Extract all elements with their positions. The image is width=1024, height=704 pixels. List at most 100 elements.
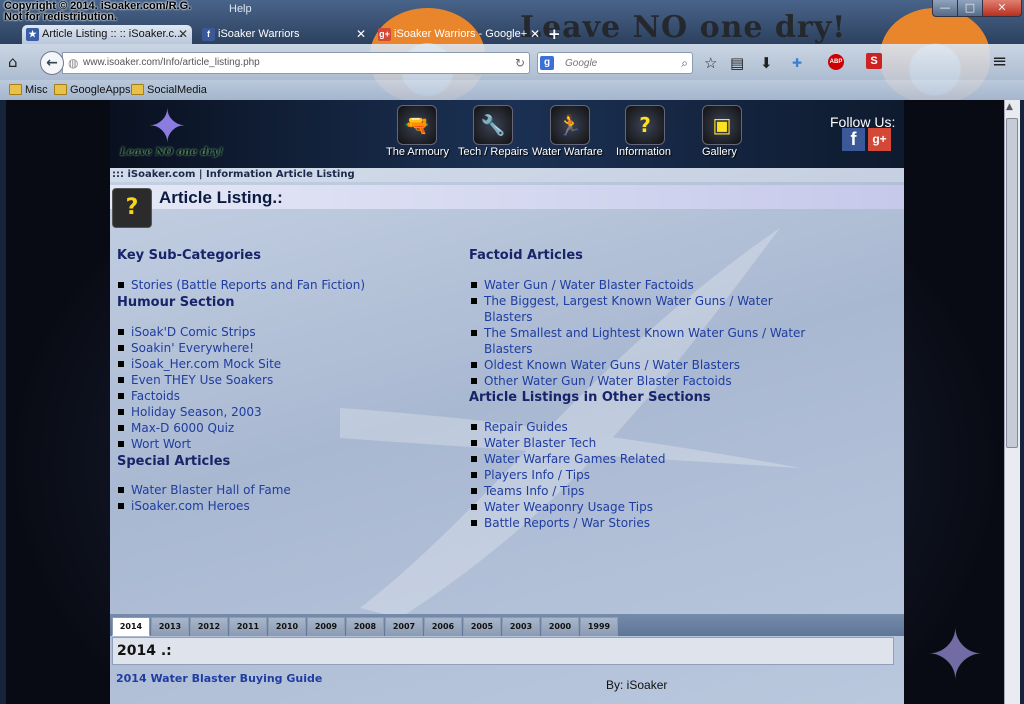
- address-bar[interactable]: ◍ www.isoaker.com/Info/article_listing.p…: [62, 52, 530, 74]
- browser-theme-title: Leave NO one dry!: [520, 10, 847, 45]
- nav-armoury[interactable]: The Armoury: [386, 146, 449, 158]
- year-tab[interactable]: 2007: [385, 617, 423, 636]
- gallery-icon[interactable]: ▣: [702, 105, 742, 145]
- scrollbar-thumb[interactable]: [1006, 118, 1018, 448]
- list-item-link[interactable]: Even THEY Use Soakers: [116, 372, 456, 388]
- maximize-button[interactable]: □: [957, 0, 983, 17]
- tab-google-plus[interactable]: g+ iSoaker Warriors - Google+ ✕: [374, 25, 544, 44]
- section-heading-special: Special Articles: [117, 454, 231, 469]
- bookmark-folder-socialmedia[interactable]: SocialMedia: [131, 80, 207, 100]
- facebook-icon: f: [202, 28, 215, 41]
- article-link[interactable]: 2014 Water Blaster Buying Guide: [116, 672, 322, 685]
- tab-label: Article Listing :: :: iSoaker.c...: [42, 28, 184, 40]
- list-item-link[interactable]: Teams Info / Tips: [469, 483, 819, 499]
- list-item-link[interactable]: Water Blaster Hall of Fame: [116, 482, 456, 498]
- reload-icon[interactable]: ↻: [515, 53, 525, 73]
- section-heading-factoid: Factoid Articles: [469, 248, 583, 263]
- reader-list-icon[interactable]: ▤: [730, 54, 744, 72]
- list-item-link[interactable]: Other Water Gun / Water Blaster Factoids: [469, 373, 819, 389]
- search-box[interactable]: g ⌕: [537, 52, 693, 74]
- extension-icon[interactable]: ✚: [792, 56, 802, 70]
- list-item-link[interactable]: iSoak'D Comic Strips: [116, 324, 456, 340]
- section-heading-key: Key Sub-Categories: [117, 248, 261, 263]
- nav-information[interactable]: Information: [616, 146, 671, 158]
- download-icon[interactable]: ⬇: [760, 54, 773, 72]
- list-item-link[interactable]: Battle Reports / War Stories: [469, 515, 819, 531]
- article-author: By: iSoaker: [606, 678, 668, 692]
- tab-close-icon[interactable]: ✕: [178, 25, 188, 44]
- home-icon[interactable]: ⌂: [8, 53, 18, 71]
- year-tab[interactable]: 2005: [463, 617, 501, 636]
- year-tab[interactable]: 2006: [424, 617, 462, 636]
- list-item-link[interactable]: Oldest Known Water Guns / Water Blasters: [469, 357, 819, 373]
- year-tab[interactable]: 2003: [502, 617, 540, 636]
- list-item-link[interactable]: Players Info / Tips: [469, 467, 819, 483]
- copyright-notice: Copyright © 2014. iSoaker.com/R.G. Not f…: [4, 1, 191, 23]
- facebook-icon[interactable]: f: [842, 128, 865, 151]
- tab-close-icon[interactable]: ✕: [530, 25, 540, 44]
- tab-isoaker-warriors[interactable]: f iSoaker Warriors ✕: [198, 25, 370, 44]
- nav-water-warfare[interactable]: Water Warfare: [532, 146, 603, 158]
- list-item-link[interactable]: iSoaker.com Heroes: [116, 498, 456, 514]
- bookmark-star-icon[interactable]: ☆: [704, 54, 717, 72]
- section-heading-other: Article Listings in Other Sections: [469, 390, 711, 405]
- information-icon[interactable]: ?: [625, 105, 665, 145]
- site-logo[interactable]: Leave NO one dry!: [120, 147, 223, 158]
- scroll-up-arrow-icon[interactable]: ▲: [1006, 102, 1013, 112]
- year-tab[interactable]: 2013: [151, 617, 189, 636]
- year-tab[interactable]: 2014: [112, 617, 150, 636]
- list-item-link[interactable]: Stories (Battle Reports and Fan Fiction): [116, 277, 456, 293]
- year-panel-header: 2014 .:: [112, 637, 894, 665]
- list-item-link[interactable]: The Smallest and Lightest Known Water Gu…: [469, 325, 819, 357]
- star-logo-decoration-icon: ✦: [926, 614, 985, 696]
- page-title: Article Listing.:: [159, 188, 283, 207]
- new-tab-button[interactable]: +: [548, 25, 561, 44]
- list-item-link[interactable]: Water Weaponry Usage Tips: [469, 499, 819, 515]
- bookmark-folder-googleapps[interactable]: GoogleApps: [54, 80, 131, 100]
- adblock-icon[interactable]: ABP: [828, 54, 844, 70]
- google-plus-icon[interactable]: g+: [868, 128, 891, 151]
- url-text[interactable]: www.isoaker.com/Info/article_listing.php: [83, 53, 260, 73]
- year-tab[interactable]: 2011: [229, 617, 267, 636]
- list-item-link[interactable]: Water Blaster Tech: [469, 435, 819, 451]
- hamburger-menu-icon[interactable]: ≡: [992, 51, 1007, 72]
- list-item-link[interactable]: Water Warfare Games Related: [469, 451, 819, 467]
- tab-close-icon[interactable]: ✕: [356, 25, 366, 44]
- list-factoid: Water Gun / Water Blaster Factoids The B…: [469, 277, 819, 389]
- bookmark-folder-misc[interactable]: Misc: [9, 80, 48, 100]
- bookmark-label: Misc: [25, 84, 48, 96]
- list-item-link[interactable]: Max-D 6000 Quiz: [116, 420, 456, 436]
- list-item-link[interactable]: The Biggest, Largest Known Water Guns / …: [469, 293, 819, 325]
- tech-repairs-icon[interactable]: 🔧: [473, 105, 513, 145]
- search-icon[interactable]: ⌕: [681, 53, 688, 73]
- back-button[interactable]: ←: [40, 51, 64, 75]
- s-extension-icon[interactable]: S: [866, 53, 882, 69]
- list-item-link[interactable]: iSoak_Her.com Mock Site: [116, 356, 456, 372]
- copyright-line: Not for redistribution.: [4, 11, 118, 23]
- list-item-link[interactable]: Soakin' Everywhere!: [116, 340, 456, 356]
- year-tab[interactable]: 2009: [307, 617, 345, 636]
- year-tab[interactable]: 2000: [541, 617, 579, 636]
- list-item-link[interactable]: Repair Guides: [469, 419, 819, 435]
- content-panel: ::: iSoaker.com | Information Article Li…: [110, 168, 904, 704]
- close-window-button[interactable]: ✕: [982, 0, 1022, 17]
- year-tab[interactable]: 1999: [580, 617, 618, 636]
- list-item-link[interactable]: Wort Wort: [116, 436, 456, 452]
- year-tab[interactable]: 2012: [190, 617, 228, 636]
- google-icon[interactable]: g: [540, 56, 554, 70]
- minimize-button[interactable]: —: [932, 0, 958, 17]
- nav-tech-repairs[interactable]: Tech / Repairs: [458, 146, 528, 158]
- nav-gallery[interactable]: Gallery: [702, 146, 737, 158]
- water-warfare-icon[interactable]: 🏃: [550, 105, 590, 145]
- armoury-icon[interactable]: 🔫: [397, 105, 437, 145]
- list-item-link[interactable]: Holiday Season, 2003: [116, 404, 456, 420]
- isoaker-star-logo-icon[interactable]: ✦: [148, 103, 187, 149]
- year-tab[interactable]: 2010: [268, 617, 306, 636]
- tab-article-listing[interactable]: ★ Article Listing :: :: iSoaker.c... ✕: [22, 25, 192, 44]
- search-input[interactable]: [565, 55, 675, 71]
- list-item-link[interactable]: Factoids: [116, 388, 456, 404]
- year-heading: 2014 .:: [117, 643, 172, 659]
- list-item-link[interactable]: Water Gun / Water Blaster Factoids: [469, 277, 819, 293]
- year-tab[interactable]: 2008: [346, 617, 384, 636]
- menu-help[interactable]: Help: [229, 3, 252, 15]
